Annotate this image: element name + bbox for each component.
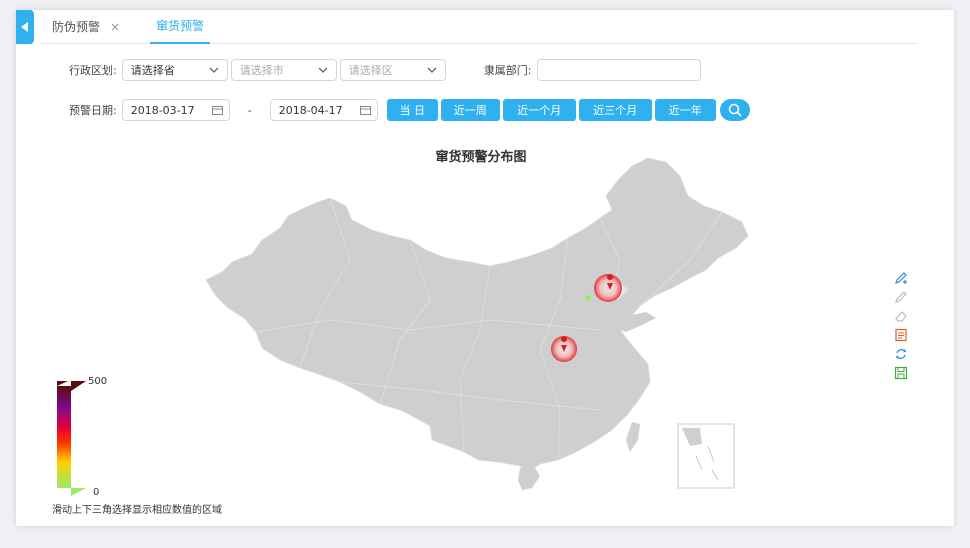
taiwan-island-shape bbox=[626, 422, 640, 452]
save-icon[interactable] bbox=[893, 365, 909, 381]
visual-map-hint: 滑动上下三角选择显示相应数值的区域 bbox=[52, 505, 222, 516]
data-view-icon[interactable] bbox=[893, 327, 909, 343]
eraser-icon[interactable] bbox=[893, 308, 909, 324]
visual-map-max-label: 500 bbox=[88, 376, 108, 387]
china-mainland-shape bbox=[205, 157, 749, 473]
refresh-icon[interactable] bbox=[893, 346, 909, 362]
marker-beijing[interactable] bbox=[594, 274, 622, 302]
chart-toolbox bbox=[893, 270, 909, 384]
pencil-plus-icon[interactable] bbox=[893, 270, 909, 286]
china-map bbox=[57, 157, 749, 496]
south-china-sea-inset bbox=[677, 423, 735, 489]
sidebar-collapse-button[interactable] bbox=[16, 10, 34, 44]
visual-map-min-handle[interactable] bbox=[71, 488, 86, 496]
visual-map-legend[interactable] bbox=[57, 381, 86, 496]
visual-map-max-handle[interactable] bbox=[71, 381, 86, 391]
pencil-icon[interactable] bbox=[893, 289, 909, 305]
low-value-point bbox=[585, 295, 591, 301]
caret-left-icon bbox=[21, 22, 28, 32]
marker-henan[interactable] bbox=[551, 336, 577, 362]
visual-map-min-label: 0 bbox=[93, 487, 100, 498]
hainan-island-shape bbox=[518, 466, 540, 490]
